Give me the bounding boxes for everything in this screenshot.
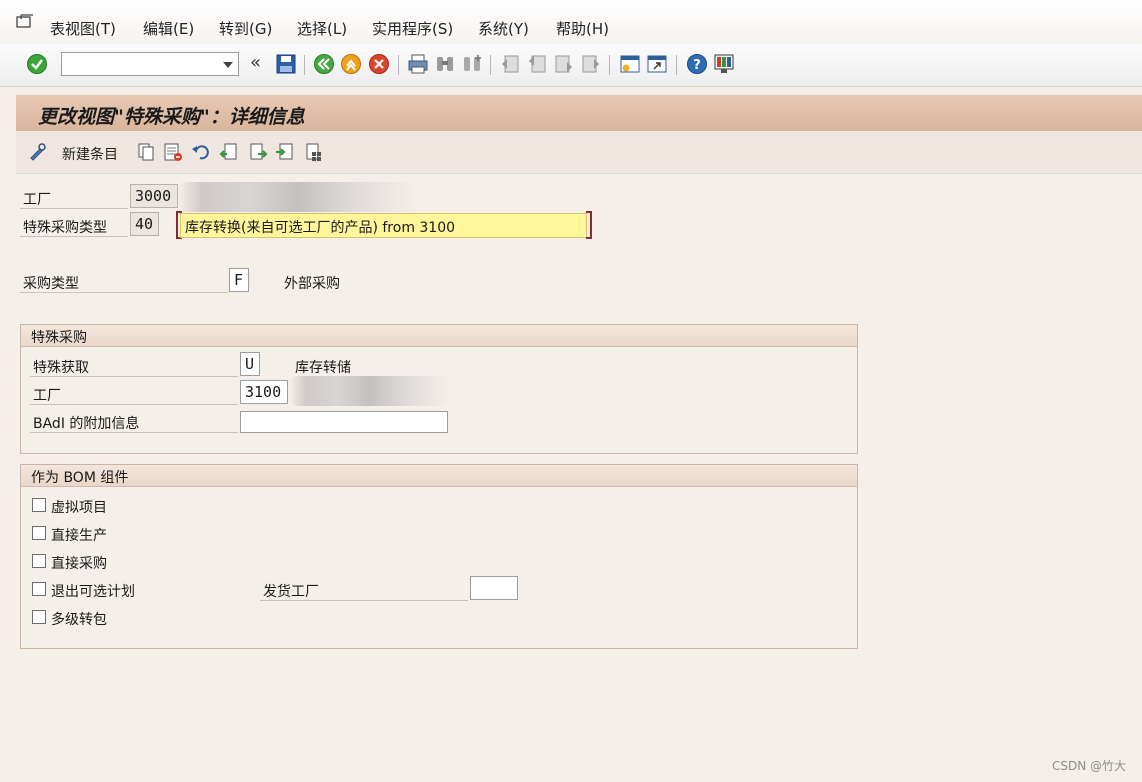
special-proc-type-label: 特殊采购类型 (23, 220, 107, 236)
issuing-plant-label: 发货工厂 (263, 584, 319, 600)
last-page-icon[interactable] (580, 53, 602, 75)
label-underline (20, 292, 228, 293)
sap-menu-icon[interactable] (16, 14, 34, 30)
collapse-icon[interactable]: « (250, 52, 272, 74)
multi-level-subcontracting-label: 多级转包 (51, 612, 107, 628)
menu-help[interactable]: 帮助(H) (556, 18, 609, 39)
other-entry-icon[interactable] (275, 142, 295, 162)
undo-icon[interactable] (191, 142, 211, 162)
print-icon[interactable] (407, 53, 429, 75)
label-underline (30, 432, 238, 433)
procurement-type-field[interactable]: F (229, 268, 249, 292)
special-proc-type-description: 库存转换(来自可选工厂的产品) from 3100 (180, 213, 587, 238)
separator (490, 55, 491, 75)
watermark: CSDN @竹大 (1051, 759, 1126, 773)
issuing-plant-field[interactable] (470, 576, 518, 600)
label-underline (20, 236, 128, 237)
label-underline (30, 376, 238, 377)
procurement-type-description: 外部采购 (284, 276, 340, 292)
enter-icon[interactable] (26, 53, 48, 75)
copy-as-icon[interactable] (136, 142, 156, 162)
save-icon[interactable] (275, 53, 297, 75)
prev-page-icon[interactable] (526, 53, 548, 75)
menu-system[interactable]: 系统(Y) (478, 18, 529, 39)
customize-icon[interactable] (713, 53, 735, 75)
next-page-icon[interactable] (553, 53, 575, 75)
next-entry-icon[interactable] (248, 142, 268, 162)
menu-table-view[interactable]: 表视图(T) (50, 18, 116, 39)
cancel-icon[interactable] (368, 53, 390, 75)
first-page-icon[interactable] (499, 53, 521, 75)
exit-icon[interactable] (340, 53, 362, 75)
direct-procurement-label: 直接采购 (51, 556, 107, 572)
previous-entry-icon[interactable] (219, 142, 239, 162)
label-underline (20, 208, 128, 209)
menu-utilities[interactable]: 实用程序(S) (372, 18, 453, 39)
application-toolbar: 新建条目 (16, 131, 1142, 174)
shortcut-icon[interactable] (646, 53, 668, 75)
withdrawal-alt-plant-label: 退出可选计划 (51, 584, 135, 600)
redacted-plant-name-2 (290, 376, 450, 406)
find-icon[interactable] (434, 53, 456, 75)
direct-production-label: 直接生产 (51, 528, 107, 544)
chevron-down-icon[interactable] (223, 62, 233, 68)
command-field[interactable] (61, 52, 239, 76)
direct-production-checkbox[interactable] (32, 526, 46, 540)
menu-edit[interactable]: 编辑(E) (143, 18, 194, 39)
new-session-icon[interactable] (619, 53, 641, 75)
plant-label-2: 工厂 (33, 388, 61, 404)
select-all-icon[interactable] (304, 142, 324, 162)
standard-toolbar: « ? (0, 44, 1142, 87)
menu-bar: 表视图(T) 编辑(E) 转到(G) 选择(L) 实用程序(S) 系统(Y) 帮… (0, 0, 1142, 44)
special-proc-description: 库存转储 (295, 360, 351, 376)
plant-label: 工厂 (23, 192, 51, 208)
special-plant-field[interactable]: 3100 (240, 380, 288, 404)
page-title: 更改视图"特殊采购"：详细信息 (38, 106, 305, 128)
screen-title-bar: 更改视图"特殊采购"：详细信息 (16, 95, 1142, 131)
delete-icon[interactable] (163, 142, 183, 162)
phantom-item-checkbox[interactable] (32, 498, 46, 512)
plant-value: 3000 (130, 184, 178, 208)
field-focus-bracket-right (586, 211, 592, 239)
multi-level-subcontracting-checkbox[interactable] (32, 610, 46, 624)
special-procurement-group-title: 特殊采购 (21, 325, 857, 347)
direct-procurement-checkbox[interactable] (32, 554, 46, 568)
badi-info-field[interactable] (240, 411, 448, 433)
special-proc-label: 特殊获取 (33, 360, 89, 376)
phantom-item-label: 虚拟项目 (51, 500, 107, 516)
bom-component-group-title: 作为 BOM 组件 (21, 465, 857, 487)
new-entries-button[interactable]: 新建条目 (62, 144, 118, 164)
back-icon[interactable] (313, 53, 335, 75)
procurement-type-label: 采购类型 (23, 276, 79, 292)
find-next-icon[interactable] (461, 53, 483, 75)
special-proc-field[interactable]: U (240, 352, 260, 376)
svg-text:?: ? (693, 58, 701, 73)
separator (304, 55, 305, 75)
bom-component-group: 作为 BOM 组件 (20, 464, 858, 649)
separator (676, 55, 677, 75)
display-change-icon[interactable] (28, 142, 48, 162)
withdrawal-alt-plant-checkbox[interactable] (32, 582, 46, 596)
label-underline (30, 404, 238, 405)
menu-goto[interactable]: 转到(G) (219, 18, 272, 39)
redacted-plant-name (178, 182, 418, 212)
separator (609, 55, 610, 75)
special-proc-type-value: 40 (130, 212, 159, 236)
label-underline (260, 600, 468, 601)
help-icon[interactable]: ? (686, 53, 708, 75)
badi-label: BAdI 的附加信息 (33, 416, 140, 432)
menu-selection[interactable]: 选择(L) (297, 18, 347, 39)
separator (398, 55, 399, 75)
